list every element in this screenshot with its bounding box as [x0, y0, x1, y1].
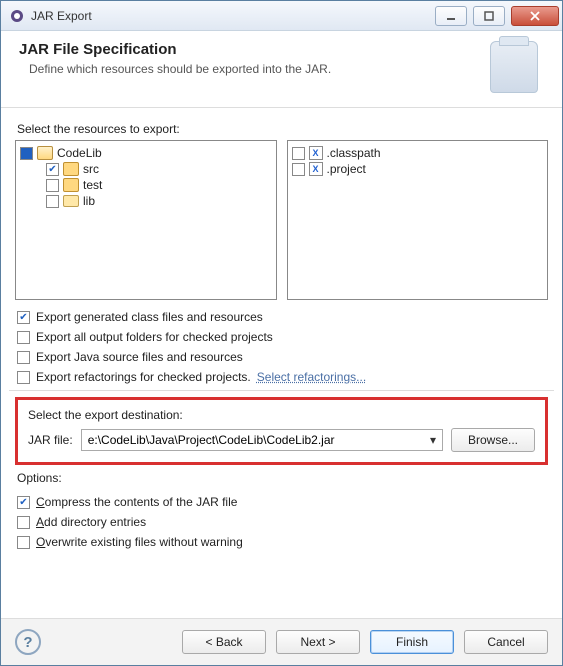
page-description: Define which resources should be exporte…: [19, 62, 490, 76]
jar-icon: [490, 41, 538, 93]
checkbox[interactable]: [46, 195, 59, 208]
option-label: Export Java source files and resources: [36, 350, 243, 364]
jar-file-label: JAR file:: [28, 433, 73, 447]
help-button[interactable]: ?: [15, 629, 41, 655]
tree-item-label: .classpath: [327, 146, 381, 160]
tree-item-label: .project: [327, 162, 366, 176]
option-label: Export refactorings for checked projects…: [36, 370, 251, 384]
export-option: Export all output folders for checked pr…: [17, 330, 546, 344]
checkbox[interactable]: [20, 147, 33, 160]
tree-item[interactable]: lib: [18, 193, 274, 209]
options-group: Compress the contents of the JAR file Add…: [17, 495, 546, 549]
checkbox[interactable]: [46, 163, 59, 176]
folder-icon: [63, 194, 79, 208]
option-row: Overwrite existing files without warning: [17, 535, 546, 549]
xml-file-icon: X: [309, 146, 323, 160]
package-icon: [63, 162, 79, 176]
checkbox[interactable]: [17, 496, 30, 509]
tree-item-label: test: [83, 178, 102, 192]
export-option: Export Java source files and resources: [17, 350, 546, 364]
tree-item-label: CodeLib: [57, 146, 102, 160]
options-group-label: Options:: [17, 471, 546, 485]
option-row: Compress the contents of the JAR file: [17, 495, 546, 509]
destination-group: Select the export destination: JAR file:…: [15, 397, 548, 465]
resources-label: Select the resources to export:: [17, 122, 546, 136]
page-title: JAR File Specification: [19, 41, 490, 58]
checkbox[interactable]: [17, 311, 30, 324]
tree-item[interactable]: X .classpath: [290, 145, 546, 161]
export-options: Export generated class files and resourc…: [17, 310, 546, 384]
tree-item[interactable]: X .project: [290, 161, 546, 177]
next-button[interactable]: Next >: [276, 630, 360, 654]
checkbox[interactable]: [46, 179, 59, 192]
minimize-button[interactable]: [435, 6, 467, 26]
destination-group-label: Select the export destination:: [28, 408, 535, 422]
separator: [9, 390, 554, 391]
content-area: Select the resources to export: CodeLib s…: [1, 108, 562, 618]
select-refactorings-link[interactable]: Select refactorings...: [257, 370, 366, 384]
tree-item[interactable]: test: [18, 177, 274, 193]
option-label: Export generated class files and resourc…: [36, 310, 263, 324]
tree-item-label: lib: [83, 194, 95, 208]
wizard-header: JAR File Specification Define which reso…: [1, 31, 562, 108]
tree-item-label: src: [83, 162, 99, 176]
app-icon: [9, 8, 25, 24]
export-option: Export generated class files and resourc…: [17, 310, 546, 324]
resource-tree-right[interactable]: X .classpath X .project: [287, 140, 549, 300]
window-title: JAR Export: [31, 9, 432, 23]
tree-item[interactable]: CodeLib: [18, 145, 274, 161]
back-button[interactable]: < Back: [182, 630, 266, 654]
checkbox[interactable]: [17, 516, 30, 529]
maximize-button[interactable]: [473, 6, 505, 26]
option-row: Add directory entries: [17, 515, 546, 529]
checkbox[interactable]: [17, 536, 30, 549]
jar-file-input[interactable]: [86, 432, 428, 448]
wizard-footer: ? < Back Next > Finish Cancel: [1, 618, 562, 665]
cancel-button[interactable]: Cancel: [464, 630, 548, 654]
browse-button[interactable]: Browse...: [451, 428, 535, 452]
option-label: Export all output folders for checked pr…: [36, 330, 273, 344]
package-icon: [63, 178, 79, 192]
checkbox[interactable]: [17, 371, 30, 384]
export-option: Export refactorings for checked projects…: [17, 370, 546, 384]
option-label: Add directory entries: [36, 515, 146, 529]
resource-tree-left[interactable]: CodeLib src test lib: [15, 140, 277, 300]
finish-button[interactable]: Finish: [370, 630, 454, 654]
checkbox[interactable]: [292, 163, 305, 176]
project-icon: [37, 146, 53, 160]
tree-item[interactable]: src: [18, 161, 274, 177]
titlebar: JAR Export: [1, 1, 562, 31]
checkbox[interactable]: [292, 147, 305, 160]
close-button[interactable]: [511, 6, 559, 26]
xml-file-icon: X: [309, 162, 323, 176]
jar-file-combo[interactable]: ▾: [81, 429, 443, 451]
checkbox[interactable]: [17, 331, 30, 344]
option-label: Overwrite existing files without warning: [36, 535, 243, 549]
option-label: Compress the contents of the JAR file: [36, 495, 237, 509]
chevron-down-icon[interactable]: ▾: [428, 433, 438, 447]
checkbox[interactable]: [17, 351, 30, 364]
